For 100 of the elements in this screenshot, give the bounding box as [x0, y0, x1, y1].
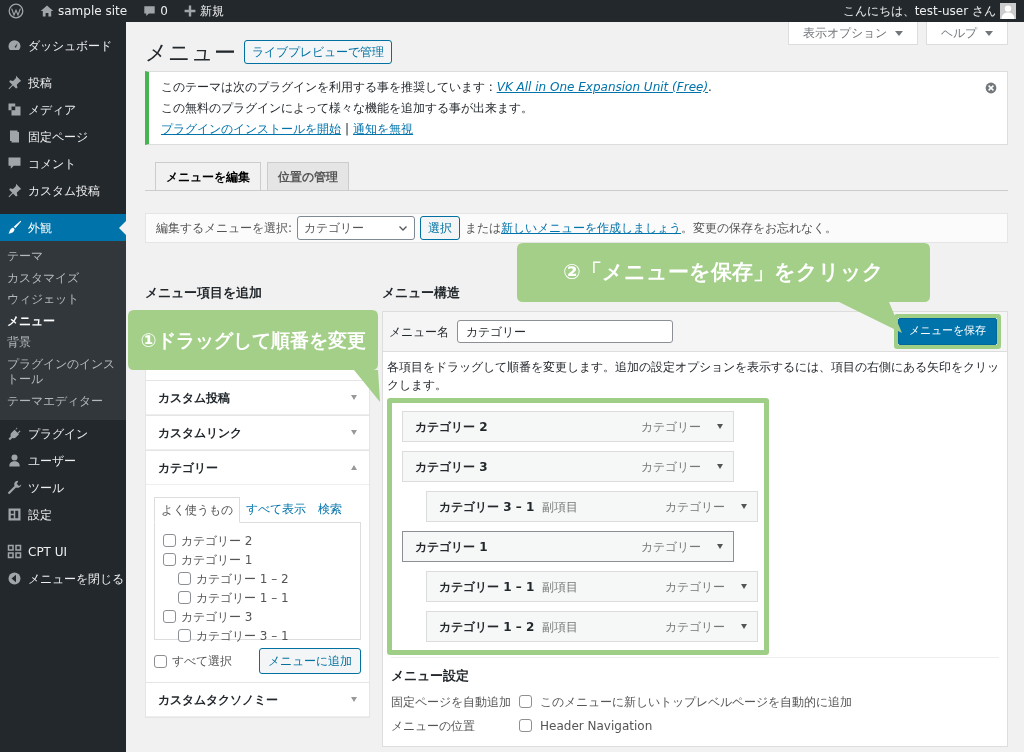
media-icon [7, 102, 22, 117]
sidebar-item[interactable]: ツール [0, 474, 126, 502]
checkbox-label: カテゴリー 3 [181, 608, 253, 626]
accordion-header[interactable]: カスタムタクソノミー [146, 683, 369, 717]
sidebar-item[interactable]: ユーザー [0, 447, 126, 475]
checkbox-label: カテゴリー 3 – 1 [196, 627, 289, 645]
submenu-item[interactable]: テーマ [0, 246, 126, 268]
expand-arrow-icon[interactable] [741, 504, 747, 509]
save-menu-button[interactable]: メニューを保存 [898, 318, 997, 345]
page-title: メニュー [145, 38, 236, 67]
expand-arrow-icon[interactable] [717, 544, 723, 549]
pages-icon [7, 129, 22, 144]
filter-tab[interactable]: すべて表示 [240, 497, 312, 522]
screen-tab[interactable]: 表示オプション [788, 22, 918, 45]
menu-item[interactable]: カテゴリー 1 – 1 副項目 カテゴリー [426, 571, 758, 602]
select-bar-text: または新しいメニューを作成しましょう。変更の保存をお忘れなく。 [465, 220, 838, 237]
checkbox[interactable] [154, 654, 167, 668]
item-type-label: カテゴリー [665, 498, 725, 516]
checkbox[interactable] [178, 591, 191, 604]
menu-item-title: カテゴリー 1 – 2 [439, 618, 535, 636]
submenu-item[interactable]: プラグインのインストール [0, 353, 126, 391]
expand-arrow-icon[interactable] [717, 464, 723, 469]
checkbox-label: カテゴリー 2 [181, 532, 253, 550]
comment-bubble-icon [143, 4, 157, 18]
tab[interactable]: メニューを編集 [155, 162, 261, 190]
tab[interactable]: 位置の管理 [267, 162, 349, 190]
expand-arrow-icon[interactable] [717, 424, 723, 429]
menu-item[interactable]: カテゴリー 1 – 2 副項目 カテゴリー [426, 611, 758, 642]
accordion-header[interactable]: カテゴリー [146, 451, 369, 485]
menu-item[interactable]: カテゴリー 2 カテゴリー [402, 411, 734, 442]
sidebar-item[interactable]: プラグイン [0, 420, 126, 448]
checkbox[interactable] [163, 534, 176, 547]
section-heading: メニュー設定 [391, 667, 470, 685]
site-name-link[interactable]: sample site [58, 2, 128, 20]
sidebar-item[interactable]: メニューを閉じる [0, 565, 126, 593]
brush-icon [7, 220, 22, 235]
add-to-menu-button[interactable]: メニューに追加 [259, 648, 361, 674]
collapse-icon [7, 571, 22, 587]
close-icon [985, 82, 997, 94]
item-type-label: カテゴリー [665, 618, 725, 636]
avatar-icon [1000, 3, 1016, 19]
wordpress-logo-icon [8, 3, 24, 19]
setting-label: 固定ページを自動追加 [391, 693, 512, 711]
menu-item-title: カテゴリー 1 – 1 [439, 578, 535, 596]
sidebar-item[interactable]: CPT UI [0, 538, 126, 566]
notice-action-link[interactable]: プラグインのインストールを開始 [161, 120, 341, 138]
menu-item[interactable]: カテゴリー 3 カテゴリー [402, 451, 734, 482]
checkbox[interactable] [163, 553, 176, 566]
menu-name-field[interactable]: カテゴリー [457, 320, 673, 343]
live-preview-button[interactable]: ライブプレビューで管理 [244, 40, 392, 64]
item-type-label: カテゴリー [641, 418, 701, 436]
checkbox-label: すべて選択 [172, 653, 232, 670]
menu-item-title: カテゴリー 2 [415, 418, 488, 436]
greeting-link[interactable]: こんにちは、test-user さん [842, 2, 996, 20]
plugin-link[interactable]: VK All in One Expansion Unit (Free) [496, 80, 709, 94]
new-link[interactable]: 新規 [199, 2, 224, 20]
gauge-icon [7, 38, 22, 53]
submenu-item[interactable]: テーマエディター [0, 390, 126, 413]
pin-icon [7, 183, 22, 198]
comment-count[interactable]: 0 [160, 2, 168, 20]
menu-name-label: メニュー名 [389, 323, 449, 341]
submenu-item[interactable]: メニュー [0, 310, 126, 333]
filter-tab[interactable]: 検索 [312, 497, 348, 522]
create-menu-link[interactable]: 新しいメニューを作成しましょう [501, 221, 682, 235]
expand-arrow-icon[interactable] [741, 624, 747, 629]
notice-action-link[interactable]: 通知を無視 [353, 120, 414, 138]
caret-icon [985, 30, 993, 36]
item-type-label: カテゴリー [665, 578, 725, 596]
submenu-item[interactable]: ウィジェット [0, 289, 126, 311]
submenu-item[interactable]: カスタマイズ [0, 267, 126, 290]
expand-arrow-icon[interactable] [741, 584, 747, 589]
filter-tab[interactable]: よく使うもの [154, 497, 240, 523]
checkbox-label: このメニューに新しいトップレベルページを自動的に追加 [540, 693, 852, 711]
checkbox[interactable] [178, 572, 191, 585]
sidebar-item[interactable]: 固定ページ [0, 123, 126, 150]
section-heading: メニュー項目を追加 [145, 284, 263, 302]
sidebar-item[interactable]: 設定 [0, 501, 126, 529]
sidebar-item[interactable]: 外観 [0, 214, 126, 241]
menu-item[interactable]: カテゴリー 3 – 1 副項目 カテゴリー [426, 491, 758, 522]
item-sub-label: 副項目 [542, 498, 579, 516]
caret-icon [895, 30, 903, 36]
screen-tab[interactable]: ヘルプ [926, 22, 1008, 45]
checkbox[interactable] [519, 695, 532, 708]
checkbox[interactable] [519, 719, 532, 732]
chevron-down-icon [398, 223, 409, 233]
sidebar-item[interactable]: コメント [0, 150, 126, 177]
sidebar-item[interactable]: 投稿 [0, 69, 126, 96]
menu-item[interactable]: カテゴリー 1 カテゴリー [402, 531, 734, 562]
settings-icon [7, 507, 22, 523]
sidebar-item[interactable]: カスタム投稿 [0, 177, 126, 204]
callout-text: ②「メニューを保存」をクリック [562, 258, 885, 286]
submenu-item[interactable]: 背景 [0, 332, 126, 354]
sidebar-item[interactable]: メディア [0, 96, 126, 123]
checkbox[interactable] [163, 610, 176, 623]
callout-text: ①ドラッグして順番を変更 [139, 327, 367, 353]
checkbox[interactable] [178, 629, 191, 642]
select-button[interactable]: 選択 [420, 216, 461, 240]
menu-select-dropdown[interactable]: カテゴリー [297, 216, 416, 240]
item-type-label: カテゴリー [641, 538, 701, 556]
sidebar-item[interactable]: ダッシュボード [0, 32, 126, 59]
